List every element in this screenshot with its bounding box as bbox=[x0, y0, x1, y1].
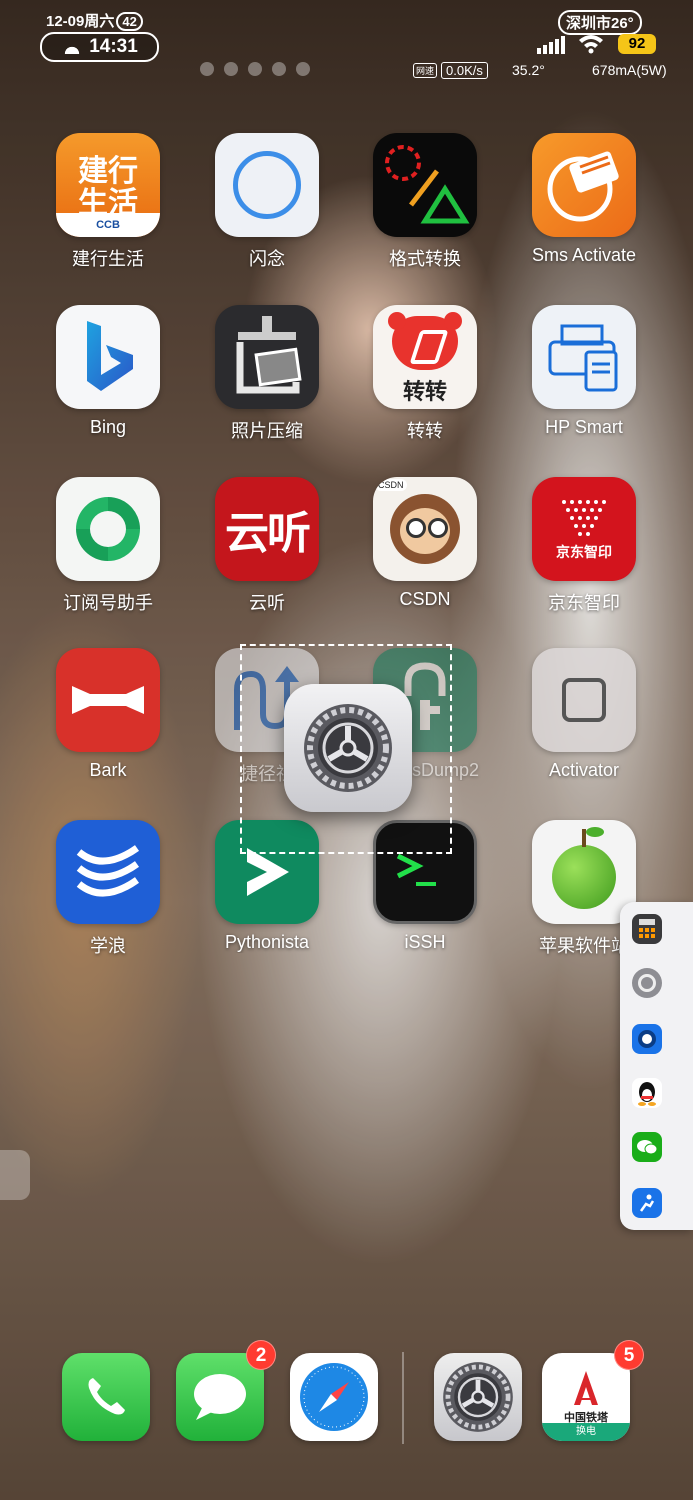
app-activator[interactable]: Activator bbox=[524, 648, 644, 781]
app-label: 建行生活 bbox=[72, 249, 144, 269]
app-ccb-life[interactable]: 建行 生活 CCB 建行生活 bbox=[48, 133, 168, 271]
bark-icon bbox=[56, 648, 160, 752]
app-label: 京东智印 bbox=[548, 593, 620, 613]
app-xuelang[interactable]: 学浪 bbox=[48, 820, 168, 958]
app-label: Pythonista bbox=[224, 932, 310, 952]
china-tower-badge: 5 bbox=[614, 1340, 644, 1370]
app-label: CSDN bbox=[399, 589, 451, 609]
app-hp-smart[interactable]: HP Smart bbox=[524, 305, 644, 438]
charge-current: 678mA(5W) bbox=[592, 62, 667, 78]
ring-icon bbox=[215, 133, 319, 237]
printer-icon bbox=[532, 305, 636, 409]
wifi-icon bbox=[579, 35, 603, 54]
dock: 2 中国铁塔 换电 5 bbox=[32, 1340, 662, 1452]
settings-gear-icon[interactable] bbox=[632, 968, 662, 998]
app-bing[interactable]: Bing bbox=[48, 305, 168, 438]
date-badge: 42 bbox=[116, 12, 143, 31]
status-time: 14:31 bbox=[89, 36, 138, 57]
app-label: Activator bbox=[548, 760, 620, 780]
edge-floating-qq[interactable] bbox=[0, 1150, 30, 1200]
settings-gear-icon bbox=[304, 704, 392, 792]
side-app-switcher bbox=[620, 902, 693, 1230]
app-csdn[interactable]: CSDN CSDN bbox=[365, 477, 485, 610]
settings-gear-icon[interactable] bbox=[434, 1353, 522, 1441]
app-icon bbox=[248, 62, 262, 76]
date-text: 12-09周六 bbox=[46, 13, 115, 30]
app-format-convert[interactable]: 格式转换 bbox=[365, 133, 485, 271]
app-yunting[interactable]: 云听 云听 bbox=[207, 477, 327, 615]
app-label: Bark bbox=[89, 760, 127, 780]
phone-icon[interactable] bbox=[62, 1353, 150, 1441]
misc-icon bbox=[296, 62, 310, 76]
zhuanzhuan-icon: 转转 bbox=[373, 305, 477, 409]
battery-indicator: 92 bbox=[618, 34, 656, 54]
green-apple-icon bbox=[532, 820, 636, 924]
dragging-settings-icon[interactable] bbox=[284, 684, 412, 812]
app-label: HP Smart bbox=[545, 417, 623, 437]
heart-icon bbox=[200, 62, 214, 76]
jd-print-icon: 京东智印 bbox=[532, 477, 636, 581]
app-sms-activate[interactable]: Sms Activate bbox=[524, 133, 644, 266]
app-label: 格式转换 bbox=[389, 249, 461, 269]
app-label: 闪念 bbox=[249, 249, 285, 269]
app-label: 订阅号助手 bbox=[63, 593, 153, 613]
status-notification-icons bbox=[200, 62, 310, 76]
alarm-icon bbox=[224, 62, 238, 76]
status-bar: 12-09周六 42 14:31 深圳市26° 92 网速 0.0K/s 35.2… bbox=[0, 0, 693, 90]
camera-icon[interactable] bbox=[632, 1024, 662, 1054]
qq-icon bbox=[272, 62, 286, 76]
status-date: 12-09周六 42 bbox=[46, 10, 143, 31]
signal-icon bbox=[537, 36, 565, 54]
battery-temperature: 35.2° bbox=[512, 62, 545, 78]
app-label: 云听 bbox=[249, 593, 285, 613]
calculator-icon[interactable] bbox=[632, 914, 662, 944]
dock-separator bbox=[402, 1352, 404, 1444]
app-label: iSSH bbox=[404, 932, 446, 952]
subscription-helper-icon bbox=[56, 477, 160, 581]
safari-compass-icon[interactable] bbox=[290, 1353, 378, 1441]
app-label: 照片压缩 bbox=[231, 421, 303, 441]
wechat-icon[interactable] bbox=[632, 1132, 662, 1162]
network-speed: 网速 0.0K/s bbox=[413, 62, 488, 79]
qq-penguin-icon[interactable] bbox=[632, 1078, 662, 1108]
app-label: Sms Activate bbox=[531, 245, 637, 265]
photo-compress-icon bbox=[215, 305, 319, 409]
format-convert-icon bbox=[373, 133, 477, 237]
app-photo-compress[interactable]: 照片压缩 bbox=[207, 305, 327, 443]
xuelang-icon bbox=[56, 820, 160, 924]
yunting-icon: 云听 bbox=[215, 477, 319, 581]
sms-activate-icon bbox=[532, 133, 636, 237]
app-label: 转转 bbox=[407, 421, 443, 441]
messages-badge: 2 bbox=[246, 1340, 276, 1370]
status-time-pill: 14:31 bbox=[40, 32, 159, 62]
runner-app-icon[interactable] bbox=[632, 1188, 662, 1218]
app-jd-print[interactable]: 京东智印 京东智印 bbox=[524, 477, 644, 615]
app-bark[interactable]: Bark bbox=[48, 648, 168, 781]
app-zhuanzhuan[interactable]: 转转 转转 bbox=[365, 305, 485, 443]
activator-icon bbox=[532, 648, 636, 752]
huawei-logo-icon bbox=[61, 40, 84, 54]
app-shannian[interactable]: 闪念 bbox=[207, 133, 327, 271]
ccb-life-icon: 建行 生活 CCB bbox=[56, 133, 160, 237]
china-tower-icon[interactable]: 中国铁塔 换电 bbox=[542, 1353, 630, 1441]
csdn-icon: CSDN bbox=[373, 477, 477, 581]
app-subscription-helper[interactable]: 订阅号助手 bbox=[48, 477, 168, 615]
app-label: Bing bbox=[89, 417, 127, 437]
app-label: 学浪 bbox=[90, 936, 126, 956]
bing-icon bbox=[56, 305, 160, 409]
